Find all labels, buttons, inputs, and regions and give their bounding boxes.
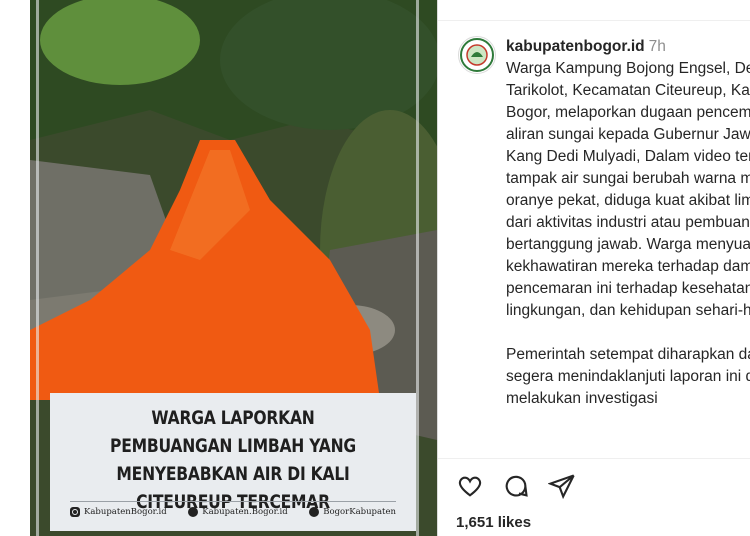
heart-icon[interactable]	[456, 472, 484, 500]
post-sidebar: kabupatenbogor.id 7h Warga Kampung Bojong…	[437, 0, 750, 536]
headline: WARGA LAPORKAN PEMBUANGAN LIMBAH YANG ME…	[110, 407, 356, 513]
post-caption: kabupatenbogor.id 7h Warga Kampung Bojong…	[506, 36, 750, 410]
footer-tiktok: Kabupaten.Bogor.id	[188, 507, 288, 517]
username-link[interactable]: kabupatenbogor.id	[506, 38, 645, 55]
comment-icon[interactable]	[502, 472, 530, 500]
avatar-logo-icon	[460, 38, 494, 72]
caption-scroll-area[interactable]: kabupatenbogor.id 7h Warga Kampung Bojong…	[438, 0, 750, 458]
caption-paragraph-2: Pemerintah setempat diharapkan dapat seg…	[506, 346, 750, 407]
footer-twitter: BogorKabupaten	[309, 507, 396, 517]
post-time[interactable]: 7h	[649, 38, 666, 55]
footer-divider	[70, 501, 396, 502]
twitter-icon	[309, 507, 320, 517]
caption-paragraph-1: Warga Kampung Bojong Engsel, Desa Tariko…	[506, 60, 750, 319]
avatar[interactable]	[458, 36, 496, 74]
share-icon[interactable]	[548, 472, 576, 500]
instagram-icon	[70, 507, 80, 517]
image-footer: KabupatenBogor.id Kabupaten.Bogor.id Bog…	[70, 507, 396, 517]
post-image[interactable]: WARGA LAPORKAN PEMBUANGAN LIMBAH YANG ME…	[30, 0, 437, 536]
likes-count[interactable]: 1,651 likes	[456, 514, 531, 531]
footer-instagram: KabupatenBogor.id	[70, 507, 167, 517]
tiktok-icon	[188, 507, 199, 517]
headline-box: WARGA LAPORKAN PEMBUANGAN LIMBAH YANG ME…	[50, 393, 416, 531]
footer-instagram-handle: KabupatenBogor.id	[84, 507, 167, 517]
footer-twitter-handle: BogorKabupaten	[323, 507, 396, 517]
actions-divider	[438, 458, 750, 459]
left-margin	[0, 0, 30, 536]
footer-tiktok-handle: Kabupaten.Bogor.id	[202, 507, 288, 517]
action-bar	[456, 472, 576, 500]
